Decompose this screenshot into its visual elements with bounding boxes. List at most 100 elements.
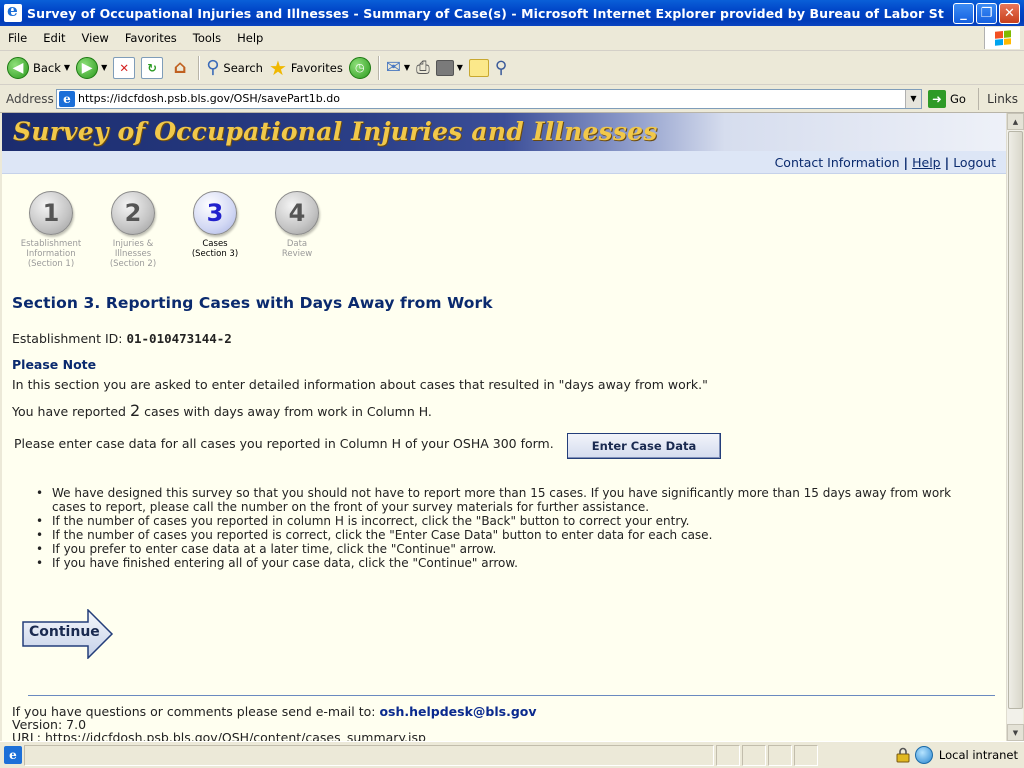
toolbar-divider — [198, 55, 200, 80]
ie-icon — [4, 1, 22, 22]
status-bar: e Local intranet — [0, 741, 1024, 768]
status-pane — [768, 744, 792, 766]
home-button[interactable]: ⌂ — [166, 54, 194, 82]
security-zone[interactable]: Local intranet — [891, 745, 1024, 766]
maximize-button[interactable]: ❐ — [976, 2, 997, 24]
enter-case-data-button[interactable]: Enter Case Data — [567, 433, 721, 459]
search-label: Search — [223, 60, 263, 75]
menu-file[interactable]: File — [0, 31, 35, 45]
contact-information-link[interactable]: Contact Information — [771, 155, 904, 170]
address-input[interactable]: e https://idcfdosh.psb.bls.gov/OSH/saveP… — [56, 88, 922, 109]
status-pane — [742, 744, 766, 766]
footer-divider — [28, 695, 995, 696]
please-note-heading: Please Note — [12, 357, 97, 372]
back-button[interactable]: ◀ Back ▼ — [4, 54, 73, 82]
status-pane — [716, 744, 740, 766]
refresh-button[interactable]: ↻ — [138, 54, 166, 82]
discuss-button[interactable] — [466, 54, 492, 82]
go-icon: ➜ — [928, 89, 946, 108]
step-4[interactable]: 4 Data Review — [256, 191, 338, 269]
back-label: Back — [33, 60, 61, 75]
go-button[interactable]: ➜ Go — [928, 89, 966, 108]
lock-icon — [896, 747, 910, 763]
list-item: If you have finished entering all of you… — [36, 556, 981, 570]
favorites-button[interactable]: ★ Favorites — [266, 54, 346, 82]
menu-favorites[interactable]: Favorites — [117, 31, 185, 45]
enter-case-prompt: Please enter case data for all cases you… — [14, 436, 554, 451]
edit-button[interactable]: ▼ — [433, 54, 466, 82]
step-label: Injuries & Illnesses (Section 2) — [109, 239, 157, 269]
globe-icon — [914, 746, 933, 764]
browser-toolbar: ◀ Back ▼ ▶ ▼ ✕ ↻ ⌂ ⚲ Search ★ Favorites … — [0, 51, 1024, 85]
back-dropdown-icon[interactable]: ▼ — [64, 63, 70, 72]
banner-title: Survey of Occupational Injuries and Illn… — [13, 117, 658, 146]
research-icon: ⚲ — [494, 57, 508, 78]
step-number: 3 — [193, 191, 237, 235]
page-footer: If you have questions or comments please… — [12, 705, 537, 741]
step-label: Data Review — [281, 239, 313, 259]
research-button[interactable]: ⚲ — [492, 54, 510, 82]
progress-steps: 1 Establishment Information (Section 1) 2 … — [10, 191, 338, 269]
help-link[interactable]: Help — [908, 155, 945, 170]
windows-logo-icon — [984, 27, 1020, 49]
search-button[interactable]: ⚲ Search — [203, 54, 266, 82]
continue-label: Continue — [29, 624, 100, 640]
close-button[interactable]: ✕ — [999, 2, 1020, 24]
status-pane — [794, 744, 818, 766]
step-1[interactable]: 1 Establishment Information (Section 1) — [10, 191, 92, 269]
forward-icon: ▶ — [76, 56, 99, 79]
menu-edit[interactable]: Edit — [35, 31, 73, 45]
page-status-icon: e — [4, 746, 22, 764]
scroll-up-icon[interactable]: ▲ — [1007, 113, 1024, 130]
menu-bar: File Edit View Favorites Tools Help — [0, 26, 1024, 51]
menu-view[interactable]: View — [74, 31, 117, 45]
window-title-bar[interactable]: Survey of Occupational Injuries and Illn… — [0, 0, 1024, 26]
scroll-thumb[interactable] — [1008, 131, 1023, 709]
window-title: Survey of Occupational Injuries and Illn… — [27, 5, 944, 21]
history-button[interactable]: ◷ — [346, 54, 374, 82]
minimize-button[interactable]: _ — [953, 2, 974, 24]
list-item: If the number of cases you reported in c… — [36, 514, 981, 528]
establishment-id-row: Establishment ID: 01-010473144-2 — [12, 331, 232, 346]
instructions-list: We have designed this survey so that you… — [36, 486, 981, 570]
reported-suffix: cases with days away from work in Column… — [144, 404, 432, 419]
links-button[interactable]: Links — [978, 87, 1024, 110]
establishment-id-label: Establishment ID: — [12, 331, 123, 346]
address-url[interactable]: https://idcfdosh.psb.bls.gov/OSH/savePar… — [78, 92, 340, 105]
back-icon: ◀ — [7, 56, 29, 79]
toolbar-divider — [377, 55, 379, 80]
scroll-down-icon[interactable]: ▼ — [1007, 724, 1024, 741]
page-icon: e — [59, 90, 75, 107]
forward-dropdown-icon[interactable]: ▼ — [101, 63, 107, 72]
stop-button[interactable]: ✕ — [110, 54, 138, 82]
section-title: Section 3. Reporting Cases with Days Awa… — [12, 294, 493, 312]
helpdesk-email-link[interactable]: osh.helpdesk@bls.gov — [379, 704, 536, 719]
logout-link[interactable]: Logout — [949, 155, 1000, 170]
reported-prefix: You have reported — [12, 404, 126, 419]
zone-label: Local intranet — [938, 748, 1018, 762]
establishment-id-value: 01-010473144-2 — [126, 331, 232, 346]
print-button[interactable]: ⎙ — [413, 54, 433, 82]
mail-icon: ✉ — [385, 57, 401, 78]
mail-button[interactable]: ✉ ▼ — [383, 54, 413, 82]
address-dropdown-icon[interactable]: ▼ — [905, 89, 921, 108]
step-label: Cases (Section 3) — [191, 239, 239, 259]
menu-help[interactable]: Help — [229, 31, 271, 45]
list-item: If you prefer to enter case data at a la… — [36, 542, 981, 556]
address-bar: Address e https://idcfdosh.psb.bls.gov/O… — [0, 85, 1024, 113]
mail-dropdown-icon[interactable]: ▼ — [404, 63, 410, 72]
continue-arrow-button[interactable]: Continue — [22, 609, 114, 659]
please-note-text: In this section you are asked to enter d… — [12, 377, 708, 392]
forward-button[interactable]: ▶ ▼ — [73, 54, 110, 82]
step-number: 1 — [29, 191, 73, 235]
step-2[interactable]: 2 Injuries & Illnesses (Section 2) — [92, 191, 174, 269]
history-icon: ◷ — [348, 56, 371, 79]
edit-dropdown-icon[interactable]: ▼ — [457, 63, 463, 72]
vertical-scrollbar[interactable]: ▲ ▼ — [1006, 113, 1024, 741]
discuss-icon — [468, 58, 489, 77]
menu-tools[interactable]: Tools — [185, 31, 229, 45]
list-item: If the number of cases you reported is c… — [36, 528, 981, 542]
address-label: Address — [6, 91, 54, 106]
page-viewport: Survey of Occupational Injuries and Illn… — [2, 113, 1006, 741]
page-url-text: URL: https://idcfdosh.psb.bls.gov/OSH/co… — [12, 730, 426, 741]
